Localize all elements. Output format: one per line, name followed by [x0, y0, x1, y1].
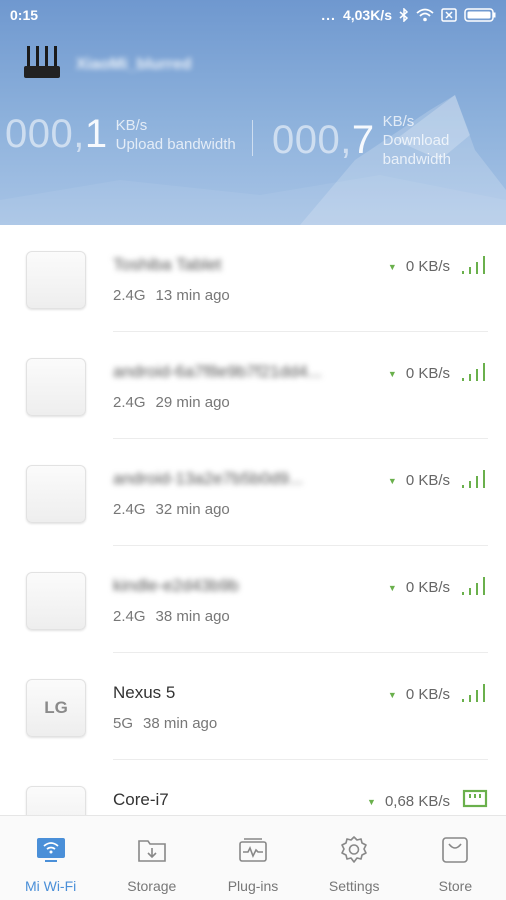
device-band: 2.4G — [113, 287, 146, 304]
device-item[interactable]: android-13a2e7b5b0d9... 2.4G 32 min ago ▼… — [0, 439, 506, 546]
device-icon — [26, 465, 86, 523]
wifi-monitor-icon — [35, 834, 67, 866]
device-time: 38 min ago — [155, 608, 230, 625]
device-rate: 0 KB/s — [405, 365, 450, 382]
device-icon — [26, 358, 86, 416]
device-name: android-13a2e7b5b0d9... — [113, 469, 303, 488]
storage-download-icon — [136, 834, 168, 866]
device-time: 38 min ago — [143, 715, 218, 732]
device-icon — [26, 786, 86, 815]
device-list[interactable]: Toshiba Tablet 2.4G 13 min ago ▼ 0 KB/s an… — [0, 225, 506, 815]
upload-value-digit: 1 — [84, 112, 108, 156]
upload-unit: KB/s — [115, 116, 148, 134]
device-item[interactable]: LG Nexus 5 5G 38 min ago ▼ 0 KB/s — [0, 653, 506, 760]
nav-store[interactable]: Store — [405, 816, 506, 900]
signal-strength-icon — [461, 467, 489, 494]
ethernet-icon — [461, 788, 489, 815]
bottom-navigation: Mi Wi-Fi Storage Plug-ins Settings Store — [0, 815, 506, 900]
device-band: 2.4G — [113, 394, 146, 411]
upload-bandwidth: 000,1 KB/s Upload bandwidth — [5, 112, 236, 157]
gear-icon — [338, 834, 370, 866]
device-name: Toshiba Tablet — [113, 255, 222, 274]
upload-value: 000,1 — [5, 112, 108, 157]
device-item[interactable]: Core-i7 ▼ 0,68 KB/s — [0, 760, 506, 815]
upload-value-prefix: 000, — [5, 112, 85, 156]
download-label-line1: Download — [382, 132, 450, 149]
device-rate: 0 KB/s — [405, 258, 450, 275]
header: 0:15 ... 4,03K/s XiaoMi_blurred 000,1 KB… — [0, 0, 506, 225]
signal-strength-icon — [461, 681, 489, 708]
lg-logo-icon: LG — [26, 679, 86, 737]
router-name: XiaoMi_blurred — [76, 55, 192, 73]
device-rate: 0 KB/s — [405, 686, 450, 703]
download-arrow-icon: ▼ — [387, 689, 397, 700]
device-band: 5G — [113, 715, 134, 732]
nav-settings[interactable]: Settings — [304, 816, 405, 900]
download-value-digit: 7 — [351, 118, 375, 162]
status-time: 0:15 — [10, 7, 39, 23]
download-unit: KB/s — [382, 113, 415, 130]
plugins-pulse-icon — [237, 834, 269, 866]
store-bag-icon — [439, 834, 471, 866]
nav-mi-wifi[interactable]: Mi Wi-Fi — [0, 816, 101, 900]
sim-icon — [441, 8, 457, 22]
battery-icon — [464, 8, 496, 22]
nav-label: Mi Wi-Fi — [24, 878, 77, 894]
status-bar: 0:15 ... 4,03K/s — [0, 0, 506, 30]
download-arrow-icon: ▼ — [387, 582, 397, 593]
device-rate: 0 KB/s — [405, 579, 450, 596]
download-arrow-icon: ▼ — [387, 368, 397, 379]
nav-label: Settings — [328, 878, 380, 894]
nav-label: Plug-ins — [227, 878, 279, 894]
device-rate: 0 KB/s — [405, 472, 450, 489]
device-icon — [26, 251, 86, 309]
status-dots: ... — [321, 7, 336, 23]
device-name: Core-i7 — [113, 790, 169, 809]
download-arrow-icon: ▼ — [387, 261, 397, 272]
device-band: 2.4G — [113, 608, 146, 625]
nav-plugins[interactable]: Plug-ins — [202, 816, 303, 900]
network-speed: 4,03K/s — [342, 7, 392, 23]
device-item[interactable]: Toshiba Tablet 2.4G 13 min ago ▼ 0 KB/s — [0, 225, 506, 332]
device-time: 32 min ago — [155, 501, 230, 518]
bandwidth-divider — [252, 120, 253, 156]
device-icon — [26, 572, 86, 630]
bluetooth-icon — [399, 8, 409, 22]
device-name: Nexus 5 — [113, 683, 176, 702]
device-band: 2.4G — [113, 501, 146, 518]
download-value: 000,7 — [272, 118, 375, 163]
signal-strength-icon — [461, 253, 489, 280]
download-arrow-icon: ▼ — [387, 475, 397, 486]
signal-strength-icon — [461, 574, 489, 601]
download-label-line2: bandwidth — [382, 151, 451, 168]
device-item[interactable]: android-6a7f8e9b7f21dd4... 2.4G 29 min ag… — [0, 332, 506, 439]
nav-label: Store — [438, 878, 473, 894]
device-time: 29 min ago — [155, 394, 230, 411]
device-item[interactable]: kindle-e2d43b9b 2.4G 38 min ago ▼ 0 KB/s — [0, 546, 506, 653]
download-arrow-icon: ▼ — [367, 796, 376, 807]
download-value-prefix: 000, — [272, 118, 352, 162]
device-name: kindle-e2d43b9b — [113, 576, 239, 595]
download-bandwidth: 000,7 KB/s Download bandwidth — [272, 112, 451, 169]
nav-storage[interactable]: Storage — [101, 816, 202, 900]
router-info[interactable]: XiaoMi_blurred — [22, 42, 192, 87]
wifi-icon — [416, 8, 434, 22]
router-icon — [22, 42, 62, 87]
upload-label: Upload bandwidth — [115, 135, 236, 153]
nav-label: Storage — [127, 878, 177, 894]
device-name: android-6a7f8e9b7f21dd4... — [113, 362, 322, 381]
device-rate: 0,68 KB/s — [384, 793, 450, 810]
device-time: 13 min ago — [155, 287, 230, 304]
signal-strength-icon — [461, 360, 489, 387]
